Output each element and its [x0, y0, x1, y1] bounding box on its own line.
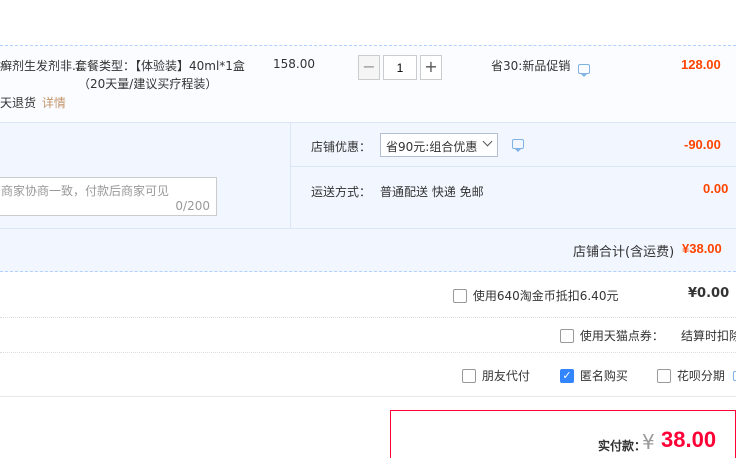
package-sub: （20天量/建议买疗程装）: [78, 77, 218, 91]
store-total-value: ¥38.00: [682, 241, 722, 256]
message-placeholder: 商家协商一致，付款后商家可见: [1, 184, 170, 198]
item-title-link[interactable]: 癣剂生发剂非...: [0, 57, 83, 74]
shipping-label: 运送方式：: [311, 185, 372, 199]
taobao-coin-label: 使用640淘金币抵扣6.40元: [472, 289, 619, 303]
store-left-divider: [290, 122, 291, 228]
tmall-points-label: 使用天猫点券：: [579, 329, 664, 343]
detail-link[interactable]: 详情: [42, 96, 66, 110]
chat-icon[interactable]: [578, 63, 591, 77]
huabei-checkbox[interactable]: [657, 368, 671, 383]
payment-amount: 38.00: [661, 427, 717, 452]
friend-pay-label: 朋友代付: [481, 369, 530, 383]
shipping-value: 普通配送 快递 免邮: [380, 185, 484, 199]
increase-button[interactable]: +: [420, 55, 442, 80]
taobao-coin-checkbox[interactable]: [453, 288, 467, 303]
item-subtotal: 128.00: [681, 57, 721, 72]
taobao-coin-option[interactable]: 使用640淘金币抵扣6.40元: [453, 287, 618, 304]
shipping-fee: 0.00: [703, 181, 729, 196]
quantity-stepper: − +: [358, 55, 442, 80]
huabei-option[interactable]: 花呗分期: [657, 367, 736, 384]
discount-select-value: 省90元:组合优惠: [386, 140, 478, 154]
tmall-points-value: 结算时扣除: [681, 329, 736, 343]
return-policy: 天退货 详情: [0, 94, 66, 111]
package-label: 套餐类型：【体验装】40ml*1盒: [75, 59, 245, 73]
store-total-label: 店铺合计(含运费): [573, 245, 675, 260]
discount-amount: -90.00: [684, 137, 721, 152]
return-policy-text: 天退货: [0, 96, 37, 110]
payment-currency: ¥: [642, 430, 655, 454]
huabei-label: 花呗分期: [676, 369, 725, 383]
payment-label: 实付款：: [598, 439, 647, 453]
promo-label: 省30:新品促销: [491, 57, 591, 77]
bottom-divider: [0, 396, 736, 397]
chat-icon[interactable]: [512, 139, 524, 152]
discount-label: 店铺优惠：: [311, 140, 372, 154]
taobao-coin-value: ¥0.00: [688, 286, 730, 301]
points-row-divider: [0, 352, 736, 353]
original-price: 158.00: [273, 57, 315, 71]
chevron-down-icon: [482, 136, 493, 147]
discount-select[interactable]: 省90元:组合优惠: [380, 133, 498, 157]
tmall-points-checkbox[interactable]: [560, 328, 574, 343]
store-inner-line: [290, 166, 736, 167]
coin-row-divider: [0, 317, 736, 318]
anonymous-label: 匿名购买: [579, 369, 628, 383]
promo-text: 省30:新品促销: [491, 59, 571, 73]
anonymous-option[interactable]: ✓ 匿名购买: [560, 367, 628, 384]
decrease-button[interactable]: −: [358, 55, 380, 80]
quantity-input[interactable]: [383, 55, 417, 80]
message-box[interactable]: 商家协商一致，付款后商家可见 0/200: [0, 177, 217, 216]
friend-pay-checkbox[interactable]: [462, 368, 476, 383]
friend-pay-option[interactable]: 朋友代付: [462, 367, 530, 384]
message-count: 0/200: [175, 199, 210, 213]
tmall-points-option[interactable]: 使用天猫点券：: [560, 327, 664, 344]
anonymous-checkbox[interactable]: ✓: [560, 368, 574, 383]
